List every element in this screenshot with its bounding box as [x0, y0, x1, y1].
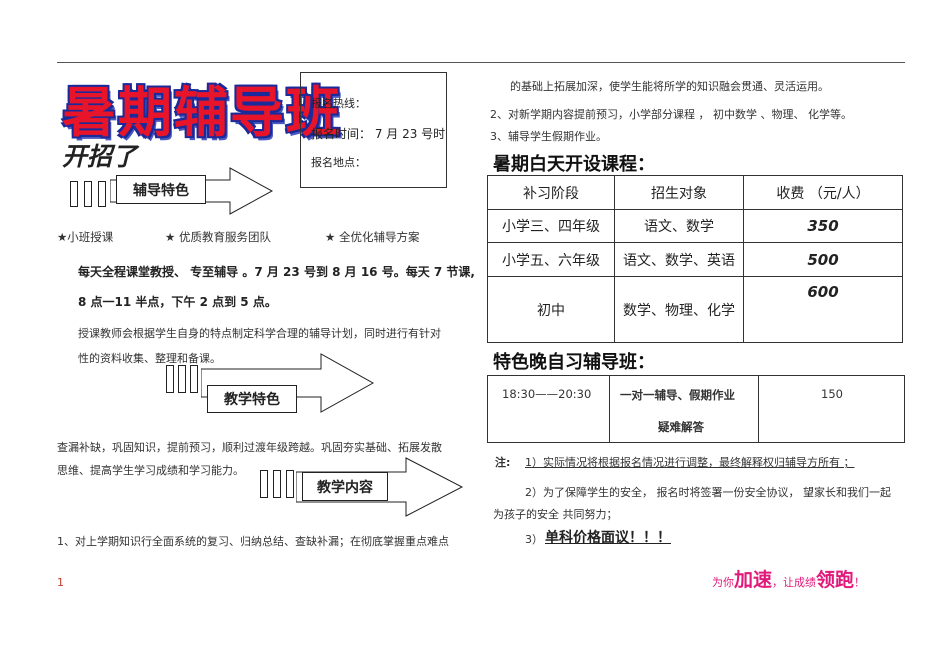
slogan-emphasis: 领跑	[816, 569, 855, 591]
registration-time: 报名时间： 7 月 23 号时	[311, 127, 446, 141]
table-header-row: 补习阶段 招生对象 收费 （元/人）	[487, 175, 903, 210]
page-number: 1	[57, 576, 64, 589]
row-subjects: 语文、数学、英语	[614, 242, 744, 277]
evening-time: 18:30——20:30	[502, 387, 592, 401]
notes-label: 注:	[495, 456, 511, 469]
slogan-part: ，让成绩	[772, 576, 817, 589]
slogan-part: 为你	[712, 576, 734, 589]
column-header-fee: 收费 （元/人）	[743, 175, 903, 210]
feature-optimized-plan: ★ 全优化辅导方案	[325, 230, 420, 244]
row-fee: 500	[743, 242, 903, 277]
schedule-line-1: 每天全程课堂教授、 专至辅导 。7 月 23 号到 8 月 16 号。每天 7 …	[78, 265, 475, 279]
evening-desc-line-1: 一对一辅导、假期作业	[620, 388, 735, 402]
section-label: 辅导特色	[116, 175, 206, 204]
content-item-1: 1、对上学期知识行全面系统的复习、归纳总结、查缺补漏；在彻底掌握重点难点	[57, 535, 449, 548]
registration-info-box: 报名热线： 报名时间： 7 月 23 号时 报名地点：	[300, 72, 447, 188]
section-label: 教学内容	[302, 472, 388, 501]
slogan-part: ！	[854, 576, 866, 589]
content-item-3: 3、辅导学生假期作业。	[490, 130, 607, 143]
row-stage: 初中	[487, 276, 615, 343]
section-arrow-teaching-content: 教学内容	[260, 457, 465, 517]
table-row: 小学三、四年级 语文、数学 350	[487, 209, 903, 243]
note-2-line-1: 2）为了保障学生的安全， 报名时将签署一份安全协议， 望家长和我们一起	[525, 486, 891, 499]
schedule-line-2: 8 点一11 半点，下午 2 点到 5 点。	[78, 295, 277, 309]
registration-place: 报名地点：	[311, 156, 366, 169]
content-item-1-continued: 的基础上拓展加深，使学生能将所学的知识融会贯通、灵活运用。	[510, 80, 829, 93]
evening-desc-line-2: 疑难解答	[658, 420, 704, 434]
plan-line-1: 授课教师会根据学生自身的特点制定科学合理的辅导计划，同时进行有针对	[78, 327, 441, 340]
row-fee: 600	[743, 276, 903, 343]
evening-class-heading: 特色晚自习辅导班：	[493, 352, 655, 373]
row-subjects: 语文、数学	[614, 209, 744, 243]
note-2-line-2: 为孩子的安全 共同努力；	[493, 508, 618, 521]
day-course-heading: 暑期白天开设课程：	[493, 154, 655, 175]
section-label: 教学特色	[207, 385, 297, 413]
row-fee: 350	[743, 209, 903, 243]
row-stage: 小学五、六年级	[487, 242, 615, 277]
footer-slogan: 为你加速，让成绩领跑！	[712, 565, 865, 592]
row-subjects: 数学、物理、化学	[614, 276, 744, 343]
top-rule	[57, 62, 905, 63]
section-arrow-tutoring-features: 辅导特色	[70, 167, 275, 215]
note-1: 1）实际情况将根据报名情况进行调整，最终解释权归辅导方所有 ；	[525, 456, 855, 469]
evening-class-table: 18:30——20:30 一对一辅导、假期作业 疑难解答 150	[487, 375, 905, 443]
teaching-text-line-1: 查漏补缺，巩固知识，提前预习，顺利过渡年级跨越。巩固夯实基础、拓展发散	[57, 441, 442, 454]
table-row: 初中 数学、物理、化学 600	[487, 276, 903, 343]
column-header-stage: 补习阶段	[487, 175, 615, 210]
note-3-text: 单科价格面议！！！	[545, 530, 671, 546]
note-3-number: 3）	[525, 533, 543, 546]
table-row: 小学五、六年级 语文、数学、英语 500	[487, 242, 903, 277]
row-stage: 小学三、四年级	[487, 209, 615, 243]
section-arrow-teaching-features: 教学特色	[166, 352, 376, 414]
slogan-emphasis: 加速	[734, 569, 773, 591]
day-course-table: 补习阶段 招生对象 收费 （元/人） 小学三、四年级 语文、数学 350 小学五…	[487, 175, 903, 343]
content-item-2: 2、对新学期内容提前预习，小学部分课程 ， 初中数学 、物理、 化学等。	[490, 108, 852, 121]
feature-quality-team: ★ 优质教育服务团队	[165, 230, 271, 244]
teaching-text-line-2: 思维、提高学生学习成绩和学习能力。	[57, 464, 244, 477]
column-header-target: 招生对象	[614, 175, 744, 210]
feature-small-class: ★小班授课	[57, 230, 114, 244]
hotline-label: 报名热线：	[311, 97, 366, 110]
evening-fee: 150	[821, 387, 843, 401]
